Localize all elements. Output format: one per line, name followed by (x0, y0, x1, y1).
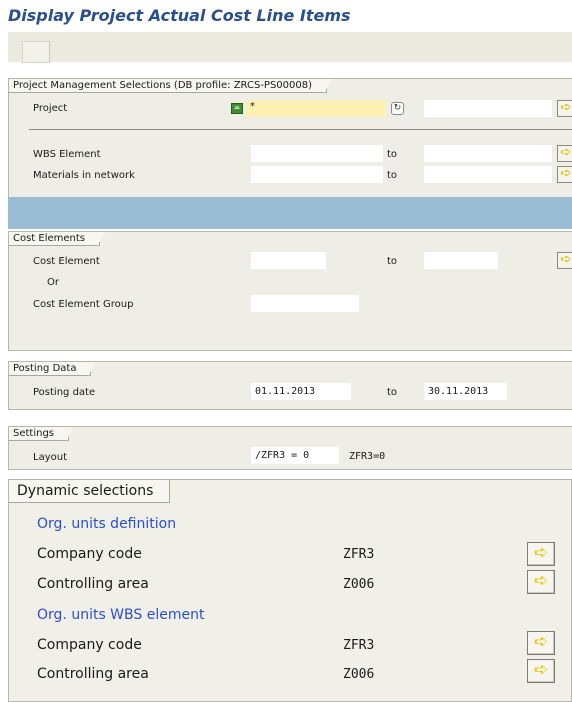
arrow-right-icon: ➪ (560, 100, 572, 115)
application-toolbar (8, 32, 572, 63)
materials-label: Materials in network (33, 170, 135, 181)
controlling-area-value[interactable]: Z006 (343, 667, 374, 682)
posting-date-to-label: to (387, 387, 398, 398)
multiple-selection-materials-button[interactable]: ➪ (557, 166, 572, 183)
wbs-from-field[interactable] (251, 145, 383, 162)
cost-element-label: Cost Element (33, 256, 100, 267)
wbs-to-field[interactable] (424, 145, 552, 162)
project-value: * (250, 101, 255, 112)
layout-label: Layout (33, 452, 67, 463)
posting-date-to-field[interactable]: 30.11.2013 (424, 383, 507, 400)
dynamic-selections-panel: Dynamic selections Org. units definition… (8, 479, 572, 702)
multiple-selection-wbs-company-code-button[interactable]: ➪ (527, 631, 555, 655)
controlling-area-label: Controlling area (37, 666, 149, 682)
toolbar-button[interactable] (22, 41, 50, 63)
group-title: Posting Data (9, 362, 97, 376)
dynamic-selections-tab[interactable]: Dynamic selections (9, 480, 171, 503)
or-label: Or (47, 277, 59, 288)
arrow-right-icon: ➪ (533, 571, 549, 591)
cost-elements-group: Cost Elements Cost Element to ➪ Or Cost … (8, 231, 572, 351)
org-units-wbs-element-heading: Org. units WBS element (37, 607, 205, 623)
company-code-value[interactable]: ZFR3 (343, 547, 374, 562)
project-label: Project (33, 103, 68, 114)
multiple-selection-company-code-button[interactable]: ➪ (527, 542, 555, 566)
project-field[interactable]: * (246, 100, 386, 117)
wbs-element-label: WBS Element (33, 149, 101, 160)
company-code-value[interactable]: ZFR3 (343, 638, 374, 653)
controlling-area-label: Controlling area (37, 576, 149, 592)
select-option-icon[interactable]: = (231, 103, 243, 114)
materials-from-field[interactable] (251, 166, 383, 183)
multiple-selection-wbs-controlling-area-button[interactable]: ➪ (527, 659, 555, 683)
arrow-right-icon: ➪ (560, 252, 572, 267)
project-management-group: Project Management Selections (DB profil… (8, 78, 572, 198)
arrow-right-icon: ➪ (560, 166, 572, 181)
cost-element-group-label: Cost Element Group (33, 299, 134, 310)
multiple-selection-project-button[interactable]: ➪ (557, 100, 572, 117)
matchcode-icon[interactable]: ↻ (391, 102, 404, 115)
controlling-area-value[interactable]: Z006 (343, 577, 374, 592)
materials-to-label: to (387, 170, 398, 181)
posting-date-label: Posting date (33, 387, 96, 398)
materials-to-field[interactable] (424, 166, 552, 183)
group-title: Project Management Selections (DB profil… (9, 79, 333, 93)
arrow-right-icon: ➪ (560, 145, 572, 160)
settings-group: Settings Layout /ZFR3 = 0 ZFR3=0 (8, 426, 572, 470)
multiple-selection-cost-element-button[interactable]: ➪ (557, 252, 572, 269)
posting-data-group: Posting Data Posting date 01.11.2013 to … (8, 361, 572, 410)
posting-date-from-field[interactable]: 01.11.2013 (251, 383, 351, 400)
cost-element-to-label: to (387, 256, 398, 267)
arrow-right-icon: ➪ (533, 660, 549, 680)
wbs-to-label: to (387, 149, 398, 160)
group-title: Cost Elements (9, 232, 106, 246)
cost-element-from-field[interactable] (251, 252, 326, 269)
org-units-definition-heading: Org. units definition (37, 516, 177, 532)
section-band (8, 197, 572, 229)
page-title: Display Project Actual Cost Line Items (8, 6, 351, 25)
cost-element-to-field[interactable] (424, 252, 498, 269)
separator (29, 129, 572, 130)
group-title: Settings (9, 427, 75, 441)
layout-field[interactable]: /ZFR3 = 0 (251, 447, 339, 464)
multiple-selection-controlling-area-button[interactable]: ➪ (527, 570, 555, 594)
project-to-field[interactable] (424, 100, 552, 117)
company-code-label: Company code (37, 546, 142, 562)
cost-element-group-field[interactable] (251, 295, 359, 312)
arrow-right-icon: ➪ (533, 632, 549, 652)
layout-description: ZFR3=0 (349, 451, 386, 462)
company-code-label: Company code (37, 637, 142, 653)
arrow-right-icon: ➪ (533, 543, 549, 563)
multiple-selection-wbs-button[interactable]: ➪ (557, 145, 572, 162)
